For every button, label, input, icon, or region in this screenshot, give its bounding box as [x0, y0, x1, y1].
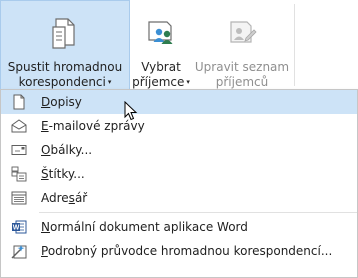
start-mail-merge-label-1: Spustit hromadnou	[7, 60, 123, 74]
menu-separator	[39, 212, 357, 213]
menu-item-labels[interactable]: Štítky...	[1, 162, 357, 186]
menu-item-letters[interactable]: Dopisy	[1, 90, 357, 114]
edit-recipient-list-icon	[224, 14, 260, 50]
menu-item-label: E-mailové zprávy	[41, 119, 145, 133]
menu-item-label: Podrobný průvodce hromadnou korespondenc…	[41, 244, 333, 258]
svg-text:W: W	[13, 225, 20, 232]
labels-icon	[9, 164, 29, 184]
menu-item-envelopes[interactable]: Obálky...	[1, 138, 357, 162]
menu-item-directory[interactable]: Adresář	[1, 186, 357, 210]
app-window: Spustit hromadnou korespondenci▾ Vybrat	[0, 0, 358, 278]
mailings-ribbon-group: Spustit hromadnou korespondenci▾ Vybrat	[0, 0, 358, 90]
select-recipients-label-1: Vybrat	[141, 60, 181, 74]
menu-item-normal-word-document[interactable]: W Normální dokument aplikace Word	[1, 215, 357, 239]
start-mail-merge-button[interactable]: Spustit hromadnou korespondenci ▾	[0, 0, 130, 90]
menu-item-email-messages[interactable]: E-mailové zprávy	[1, 114, 357, 138]
word-icon: W	[9, 217, 29, 237]
letter-icon	[9, 92, 29, 112]
menu-item-label: Obálky...	[41, 143, 93, 157]
edit-recipient-list-label-2: příjemců	[215, 75, 269, 89]
directory-icon	[9, 188, 29, 208]
mouse-pointer-icon	[124, 101, 138, 121]
chevron-down-icon: ▾	[186, 78, 190, 86]
edit-recipient-list-button[interactable]: Upravit seznam příjemců	[192, 0, 292, 90]
chevron-down-icon: ▾	[107, 78, 112, 86]
envelope-icon	[9, 140, 29, 160]
menu-item-label: Adresář	[41, 191, 88, 205]
start-mail-merge-label-2: korespondenci	[18, 75, 106, 89]
menu-item-step-by-step-wizard[interactable]: Podrobný průvodce hromadnou korespondenc…	[1, 239, 357, 263]
mail-merge-dropdown-menu: Dopisy E-mailové zprávy Obálky... Štítky…	[0, 89, 358, 278]
select-recipients-button[interactable]: Vybrat příjemce ▾	[132, 0, 190, 90]
menu-item-label: Štítky...	[41, 167, 85, 181]
email-icon	[9, 116, 29, 136]
ribbon-separator	[294, 4, 295, 86]
menu-item-label: Dopisy	[41, 95, 82, 109]
document-merge-icon	[47, 15, 83, 52]
menu-item-label: Normální dokument aplikace Word	[41, 220, 248, 234]
select-recipients-label-2: příjemce	[132, 75, 185, 89]
people-icon	[143, 14, 179, 50]
wizard-icon	[9, 241, 29, 261]
edit-recipient-list-label-1: Upravit seznam	[194, 60, 290, 74]
